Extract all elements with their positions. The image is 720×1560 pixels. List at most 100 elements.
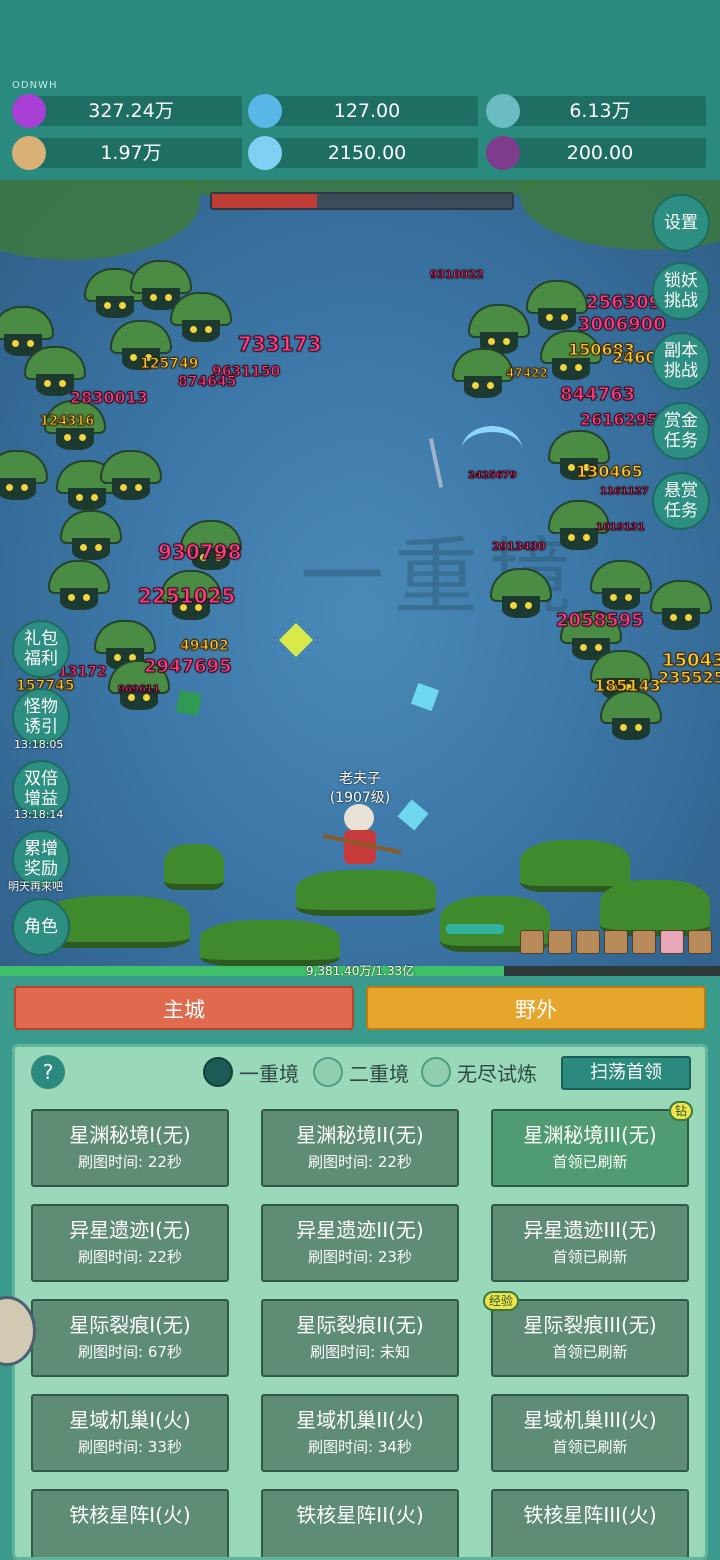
stage-status: 首领已刷新 xyxy=(552,1153,628,1171)
hero-character[interactable] xyxy=(322,798,402,878)
skill-slot[interactable] xyxy=(632,930,656,954)
skill-bar xyxy=(520,930,712,954)
damage-number: 969611 xyxy=(118,684,161,696)
resource-pot[interactable]: 200.00 xyxy=(486,136,706,170)
shuriken-icon xyxy=(410,682,440,712)
stage-card[interactable]: 星渊秘境III(无) 首领已刷新 钻 xyxy=(491,1101,694,1187)
stage-list: ? 一重境 二重境 无尽试炼 扫荡首领 星渊秘境I(无) 刷图时间: 22秒 星渊秘… xyxy=(12,1044,708,1560)
stage-card[interactable]: 星际裂痕I(无) 刷图时间: 67秒 xyxy=(31,1299,229,1377)
sweep-boss-button[interactable]: 扫荡首领 xyxy=(561,1056,691,1090)
resource-ice[interactable]: 2150.00 xyxy=(248,136,478,170)
shuriken-icon xyxy=(176,690,202,716)
damage-number: 844763 xyxy=(559,384,636,406)
stage-card[interactable]: 铁核星阵I(火) xyxy=(31,1489,229,1557)
stage-title: 星域机巢II(火) xyxy=(296,1408,424,1432)
stage-card[interactable]: 星际裂痕II(无) 刷图时间: 未知 xyxy=(261,1299,459,1377)
skill-slot[interactable] xyxy=(688,930,712,954)
stage-title: 铁核星阵III(火) xyxy=(523,1503,657,1527)
skill-slot[interactable] xyxy=(548,930,572,954)
damage-number: 2058595 xyxy=(556,610,645,632)
stage-badge: 钻 xyxy=(669,1101,694,1121)
damage-number: 874645 xyxy=(177,374,237,391)
stage-title: 铁核星阵I(火) xyxy=(69,1503,191,1527)
settings-button[interactable]: 设置 xyxy=(652,194,710,252)
mushroom-monster[interactable] xyxy=(0,450,48,506)
damage-number: 2913430 xyxy=(492,540,547,554)
battle-scene[interactable]: 一重境 733173 9310022 2563092 3006900 15068… xyxy=(0,180,720,970)
gift-pack-button[interactable]: 礼包福利 xyxy=(12,620,70,678)
mushroom-monster[interactable] xyxy=(490,568,552,624)
stage-title: 异星遗迹III(无) xyxy=(523,1218,657,1242)
stage-card[interactable]: 异星遗迹I(无) 刷图时间: 22秒 xyxy=(31,1204,229,1282)
bounty-gold-task-button[interactable]: 赏金任务 xyxy=(652,402,710,460)
stage-card[interactable]: 星渊秘境II(无) 刷图时间: 22秒 xyxy=(261,1109,459,1187)
stage-title: 星渊秘境II(无) xyxy=(296,1123,424,1147)
tree-hp-bar xyxy=(446,924,504,934)
monster-lure-timer: 13:18:05 xyxy=(14,738,64,751)
stage-card[interactable]: 星域机巢I(火) 刷图时间: 33秒 xyxy=(31,1394,229,1472)
stage-title: 星渊秘境I(无) xyxy=(69,1123,191,1147)
map-panel: 主城 野外 ? 一重境 二重境 无尽试炼 扫荡首领 星渊秘境I(无) 刷图时间: … xyxy=(0,976,720,1560)
stage-card[interactable]: 星域机巢III(火) 首领已刷新 xyxy=(491,1394,689,1472)
stage-title: 异星遗迹I(无) xyxy=(69,1218,191,1242)
radio-dot xyxy=(313,1057,343,1087)
skill-slot[interactable] xyxy=(660,930,684,954)
double-boost-timer: 13:18:14 xyxy=(14,808,64,821)
bush-platform xyxy=(164,844,224,890)
stage-title: 星域机巢I(火) xyxy=(69,1408,191,1432)
stage-card[interactable]: 星渊秘境I(无) 刷图时间: 22秒 xyxy=(31,1109,229,1187)
mushroom-monster[interactable] xyxy=(452,348,514,404)
tab-endless-trial[interactable]: 无尽试炼 xyxy=(421,1057,537,1087)
stage-card[interactable]: 异星遗迹II(无) 刷图时间: 23秒 xyxy=(261,1204,459,1282)
resource-crystal[interactable]: 127.00 xyxy=(248,94,478,128)
reward-task-button[interactable]: 悬赏任务 xyxy=(652,472,710,530)
mushroom-monster[interactable] xyxy=(100,450,162,506)
mushroom-monster[interactable] xyxy=(590,560,652,616)
bush-platform xyxy=(600,880,710,936)
flying-sword-icon xyxy=(428,438,444,488)
damage-number: 130465 xyxy=(576,462,644,482)
resource-bowl[interactable]: 6.13万 xyxy=(486,94,706,128)
stage-status: 刷图时间: 22秒 xyxy=(78,1248,182,1266)
help-button[interactable]: ? xyxy=(31,1055,65,1089)
damage-number: 1019131 xyxy=(596,522,646,534)
stage-status: 刷图时间: 33秒 xyxy=(78,1438,182,1456)
mushroom-monster[interactable] xyxy=(600,690,662,746)
resource-gem[interactable]: 327.24万 xyxy=(12,94,242,128)
stage-status: 刷图时间: 22秒 xyxy=(78,1153,182,1171)
boss-health-bar xyxy=(210,192,514,210)
stage-card[interactable]: 星际裂痕III(无) 首领已刷新 经验 xyxy=(483,1291,689,1377)
damage-number: 733173 xyxy=(238,332,322,357)
wild-button[interactable]: 野外 xyxy=(366,986,706,1030)
demon-challenge-button[interactable]: 锁妖挑战 xyxy=(652,262,710,320)
stage-title: 星渊秘境III(无) xyxy=(523,1123,657,1147)
damage-number: 124316 xyxy=(39,414,95,430)
tab-realm-1[interactable]: 一重境 xyxy=(203,1057,299,1087)
bush-platform xyxy=(200,920,340,966)
skill-slot[interactable] xyxy=(576,930,600,954)
crescent-slash-icon xyxy=(462,426,522,472)
skill-slot[interactable] xyxy=(520,930,544,954)
stage-title: 异星遗迹II(无) xyxy=(296,1218,424,1242)
stage-card[interactable]: 星域机巢II(火) 刷图时间: 34秒 xyxy=(261,1394,459,1472)
stage-card[interactable]: 铁核星阵II(火) xyxy=(261,1489,459,1557)
stage-title: 铁核星阵II(火) xyxy=(296,1503,424,1527)
stage-status: 刷图时间: 67秒 xyxy=(78,1343,182,1361)
tab-realm-2[interactable]: 二重境 xyxy=(313,1057,409,1087)
skill-slot[interactable] xyxy=(604,930,628,954)
character-button[interactable]: 角色 xyxy=(12,898,70,956)
stage-card[interactable]: 异星遗迹III(无) 首领已刷新 xyxy=(491,1204,689,1282)
radio-dot xyxy=(421,1057,451,1087)
dungeon-challenge-button[interactable]: 副本挑战 xyxy=(652,332,710,390)
damage-number: 235525 xyxy=(658,668,720,688)
main-city-button[interactable]: 主城 xyxy=(14,986,354,1030)
mushroom-monster[interactable] xyxy=(60,510,122,566)
stage-status: 首领已刷新 xyxy=(552,1438,628,1456)
mushroom-monster[interactable] xyxy=(650,580,712,636)
mushroom-monster[interactable] xyxy=(48,560,110,616)
damage-number: 49402 xyxy=(180,638,230,655)
stage-card[interactable]: 铁核星阵III(火) xyxy=(491,1489,689,1557)
mushroom-monster[interactable] xyxy=(170,292,232,348)
resource-scroll[interactable]: 1.97万 xyxy=(12,136,242,170)
damage-number: 2830013 xyxy=(70,388,149,408)
